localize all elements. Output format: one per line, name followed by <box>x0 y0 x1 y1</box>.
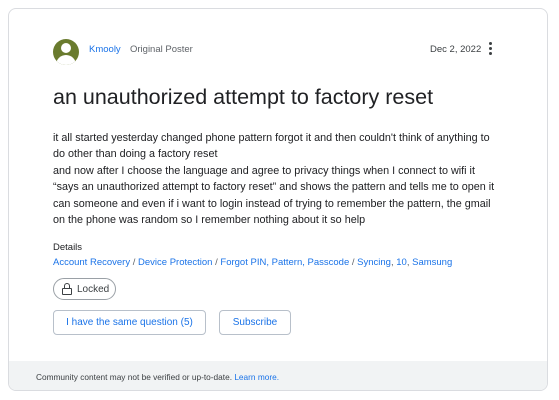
tag-separator: / <box>130 257 139 268</box>
body-line: do other than doing a factory reset <box>53 148 218 161</box>
tag-link[interactable]: Samsung <box>412 257 452 268</box>
tag-link[interactable]: Device Protection <box>138 257 212 268</box>
post-title: an unauthorized attempt to factory reset <box>53 85 434 109</box>
body-line: and now after I choose the language and … <box>53 164 475 177</box>
avatar-head <box>61 43 71 53</box>
tag-link[interactable]: Syncing <box>357 257 391 268</box>
lock-icon <box>62 283 72 295</box>
body-line: “says an unauthorized attempt to factory… <box>53 181 495 194</box>
post-date: Dec 2, 2022 <box>430 44 482 55</box>
tag-link[interactable]: Account Recovery <box>53 257 130 268</box>
details-tags: Account Recovery / Device Protection / F… <box>53 257 452 268</box>
same-question-button[interactable]: I have the same question (5) <box>53 310 206 335</box>
locked-label: Locked <box>77 284 110 295</box>
learn-more-link[interactable]: Learn more. <box>234 372 279 382</box>
footer-bar: Community content may not be verified or… <box>9 361 547 390</box>
tag-link[interactable]: Forgot PIN, Pattern, Passcode <box>220 257 349 268</box>
subscribe-button[interactable]: Subscribe <box>219 310 291 335</box>
tag-link[interactable]: 10 <box>396 257 407 268</box>
footer-text: Community content may not be verified or… <box>36 372 232 382</box>
body-line: can someone and even if i want to login … <box>53 197 491 210</box>
details-label: Details <box>53 242 83 253</box>
post-body: it all started yesterday changed phone p… <box>53 130 523 228</box>
role-badge: Original Poster <box>130 44 193 55</box>
avatar-shoulders <box>56 55 76 65</box>
tag-separator: / <box>349 257 358 268</box>
more-vert-icon[interactable] <box>485 42 495 56</box>
post-card: Kmooly Original Poster Dec 2, 2022 an un… <box>8 8 548 391</box>
body-line: it all started yesterday changed phone p… <box>53 132 490 144</box>
footer-disclaimer: Community content may not be verified or… <box>36 372 279 382</box>
avatar[interactable] <box>53 39 79 65</box>
body-line: on the phone was random so I remember no… <box>53 214 366 227</box>
username-link[interactable]: Kmooly <box>89 44 121 55</box>
locked-chip: Locked <box>53 278 116 300</box>
